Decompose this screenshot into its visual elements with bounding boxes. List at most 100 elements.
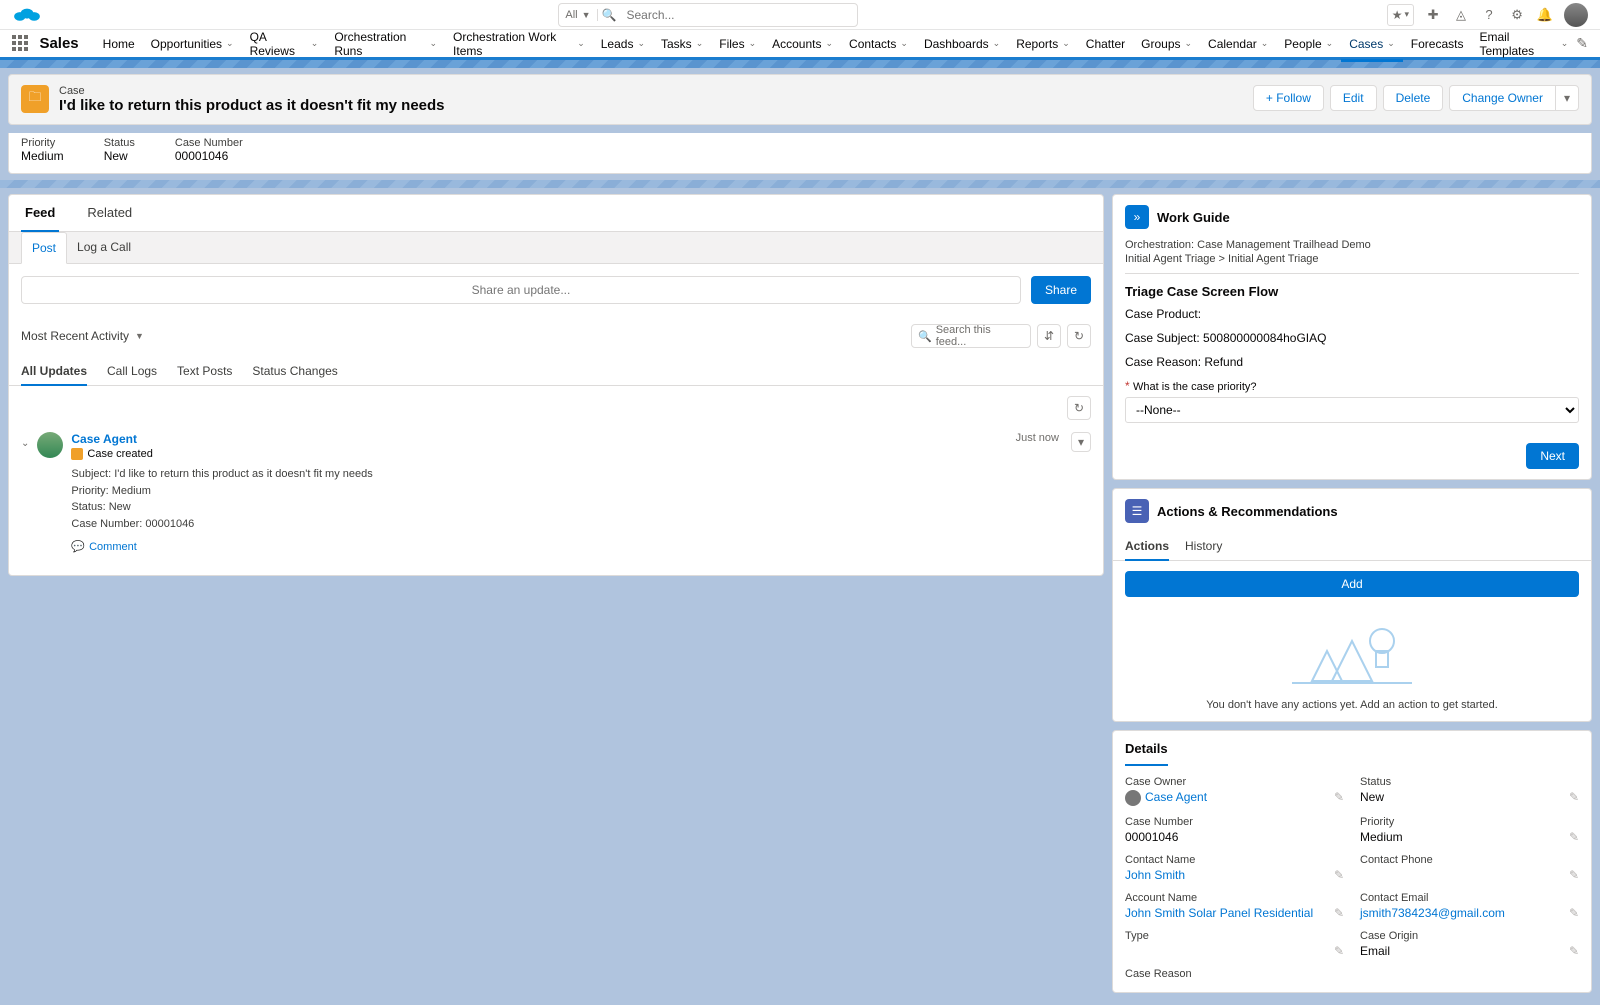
delete-button[interactable]: Delete	[1383, 85, 1444, 111]
nav-item-calendar[interactable]: Calendar⌄	[1200, 29, 1276, 59]
highlight-field: Case Number00001046	[175, 137, 243, 163]
nav-item-qa-reviews[interactable]: QA Reviews⌄	[242, 29, 327, 59]
nav-item-orchestration-work-items[interactable]: Orchestration Work Items⌄	[445, 29, 593, 59]
edit-pencil-icon[interactable]: ✎	[1569, 830, 1579, 844]
case-origin-label: Case Origin	[1360, 930, 1579, 942]
feed-author-link[interactable]: Case Agent	[71, 432, 137, 446]
subtab-text-posts[interactable]: Text Posts	[177, 358, 232, 385]
case-reason-row: Case Reason: Refund	[1125, 355, 1579, 369]
nav-item-forecasts[interactable]: Forecasts	[1403, 29, 1472, 59]
feed-search[interactable]: 🔍 Search this feed...	[911, 324, 1031, 348]
object-label: Case	[59, 85, 445, 97]
publisher-tab-post[interactable]: Post	[21, 232, 67, 264]
nav-item-files[interactable]: Files⌄	[711, 29, 764, 59]
case-icon: 🗀	[21, 85, 49, 113]
details-card: Details Case Owner Case Agent ✎ Status N…	[1112, 730, 1592, 993]
actions-title: Actions & Recommendations	[1157, 504, 1338, 519]
comment-action[interactable]: 💬 Comment	[71, 540, 1007, 553]
nav-item-tasks[interactable]: Tasks⌄	[653, 29, 711, 59]
priority-select[interactable]: --None--	[1125, 397, 1579, 423]
setup-icon[interactable]: ⚙	[1508, 6, 1526, 24]
feed-body-case-number: Case Number: 00001046	[71, 516, 1007, 533]
notifications-icon[interactable]: 🔔	[1536, 6, 1554, 24]
edit-button[interactable]: Edit	[1330, 85, 1377, 111]
nav-item-groups[interactable]: Groups⌄	[1133, 29, 1200, 59]
nav-item-opportunities[interactable]: Opportunities⌄	[143, 29, 242, 59]
actions-tab[interactable]: Actions	[1125, 533, 1169, 561]
edit-pencil-icon[interactable]: ✎	[1569, 906, 1579, 920]
empty-state-text: You don't have any actions yet. Add an a…	[1125, 699, 1579, 711]
guidance-center-icon[interactable]: ◬	[1452, 6, 1470, 24]
global-header: All▼ 🔍 ★▾ ✚ ◬ ? ⚙ 🔔	[0, 0, 1600, 30]
nav-item-cases[interactable]: Cases⌄	[1341, 29, 1403, 59]
subtab-call-logs[interactable]: Call Logs	[107, 358, 157, 385]
feed-item-menu[interactable]: ▾	[1071, 432, 1091, 452]
help-icon[interactable]: ?	[1480, 6, 1498, 24]
account-name-link[interactable]: John Smith Solar Panel Residential	[1125, 906, 1313, 920]
feed-sort[interactable]: Most Recent Activity ▼	[21, 329, 144, 343]
publisher-tab-log-call[interactable]: Log a Call	[67, 232, 141, 263]
record-highlights: 🗀 Case I'd like to return this product a…	[8, 74, 1592, 125]
change-owner-button[interactable]: Change Owner	[1449, 85, 1556, 111]
follow-button[interactable]: + Follow	[1253, 85, 1324, 111]
global-search[interactable]: All▼ 🔍	[558, 3, 858, 27]
edit-pencil-icon[interactable]: ✎	[1569, 790, 1579, 804]
search-input[interactable]	[620, 8, 857, 22]
history-tab[interactable]: History	[1185, 533, 1222, 560]
nav-item-email-templates[interactable]: Email Templates⌄	[1471, 29, 1576, 59]
refresh-list-button[interactable]: ↻	[1067, 396, 1091, 420]
case-origin-value: Email	[1360, 944, 1579, 958]
more-actions-button[interactable]: ▾	[1555, 85, 1579, 111]
edit-pencil-icon[interactable]: ✎	[1334, 868, 1344, 882]
expand-collapse-button[interactable]: ⇵	[1037, 324, 1061, 348]
nav-item-leads[interactable]: Leads⌄	[593, 29, 653, 59]
edit-pencil-icon[interactable]: ✎	[1569, 944, 1579, 958]
case-owner-link[interactable]: Case Agent	[1145, 790, 1207, 804]
tab-related[interactable]: Related	[83, 195, 136, 231]
share-button[interactable]: Share	[1031, 276, 1091, 304]
empty-state-illustration	[1125, 611, 1579, 691]
nav-item-home[interactable]: Home	[95, 29, 143, 59]
app-launcher-icon[interactable]	[12, 35, 29, 53]
global-actions-icon[interactable]: ✚	[1424, 6, 1442, 24]
nav-item-orchestration-runs[interactable]: Orchestration Runs⌄	[326, 29, 445, 59]
share-update-input[interactable]	[21, 276, 1021, 304]
edit-nav-icon[interactable]: ✎	[1576, 35, 1588, 52]
edit-pencil-icon[interactable]: ✎	[1334, 944, 1344, 958]
collapse-item-icon[interactable]: ⌄	[21, 432, 29, 553]
nav-item-dashboards[interactable]: Dashboards⌄	[916, 29, 1008, 59]
contact-email-link[interactable]: jsmith7384234@gmail.com	[1360, 906, 1505, 920]
favorites-button[interactable]: ★▾	[1387, 4, 1414, 26]
nav-item-people[interactable]: People⌄	[1276, 29, 1341, 59]
status-label: Status	[1360, 776, 1579, 788]
required-indicator: *	[1125, 379, 1130, 393]
contact-name-link[interactable]: John Smith	[1125, 868, 1185, 882]
app-nav-bar: Sales HomeOpportunities⌄QA Reviews⌄Orche…	[0, 30, 1600, 60]
nav-item-contacts[interactable]: Contacts⌄	[841, 29, 916, 59]
refresh-feed-button[interactable]: ↻	[1067, 324, 1091, 348]
case-reason-label: Case Reason	[1125, 968, 1344, 980]
nav-item-reports[interactable]: Reports⌄	[1008, 29, 1078, 59]
priority-question: What is the case priority?	[1133, 381, 1257, 393]
tab-feed[interactable]: Feed	[21, 195, 59, 232]
subtab-status-changes[interactable]: Status Changes	[252, 358, 337, 385]
search-scope[interactable]: All▼	[559, 9, 597, 21]
next-button[interactable]: Next	[1526, 443, 1579, 469]
owner-avatar	[1125, 790, 1141, 806]
edit-pencil-icon[interactable]: ✎	[1569, 868, 1579, 882]
feed-item: ⌄ Case Agent Case created Subject: I'd l…	[21, 426, 1091, 565]
nav-item-accounts[interactable]: Accounts⌄	[764, 29, 841, 59]
edit-pencil-icon[interactable]: ✎	[1334, 790, 1344, 804]
feed-timestamp: Just now	[1016, 432, 1059, 444]
author-avatar[interactable]	[37, 432, 63, 458]
user-avatar[interactable]	[1564, 3, 1588, 27]
actions-recommendations-card: ☰ Actions & Recommendations Actions Hist…	[1112, 488, 1592, 722]
work-guide-card: » Work Guide Orchestration: Case Managem…	[1112, 194, 1592, 480]
subtab-all-updates[interactable]: All Updates	[21, 358, 87, 386]
feed-record-event: Case created	[87, 448, 152, 460]
edit-pencil-icon[interactable]: ✎	[1334, 906, 1344, 920]
nav-item-chatter[interactable]: Chatter	[1078, 29, 1133, 59]
details-tab[interactable]: Details	[1125, 741, 1168, 766]
add-action-button[interactable]: Add	[1125, 571, 1579, 597]
case-number-label: Case Number	[1125, 816, 1344, 828]
